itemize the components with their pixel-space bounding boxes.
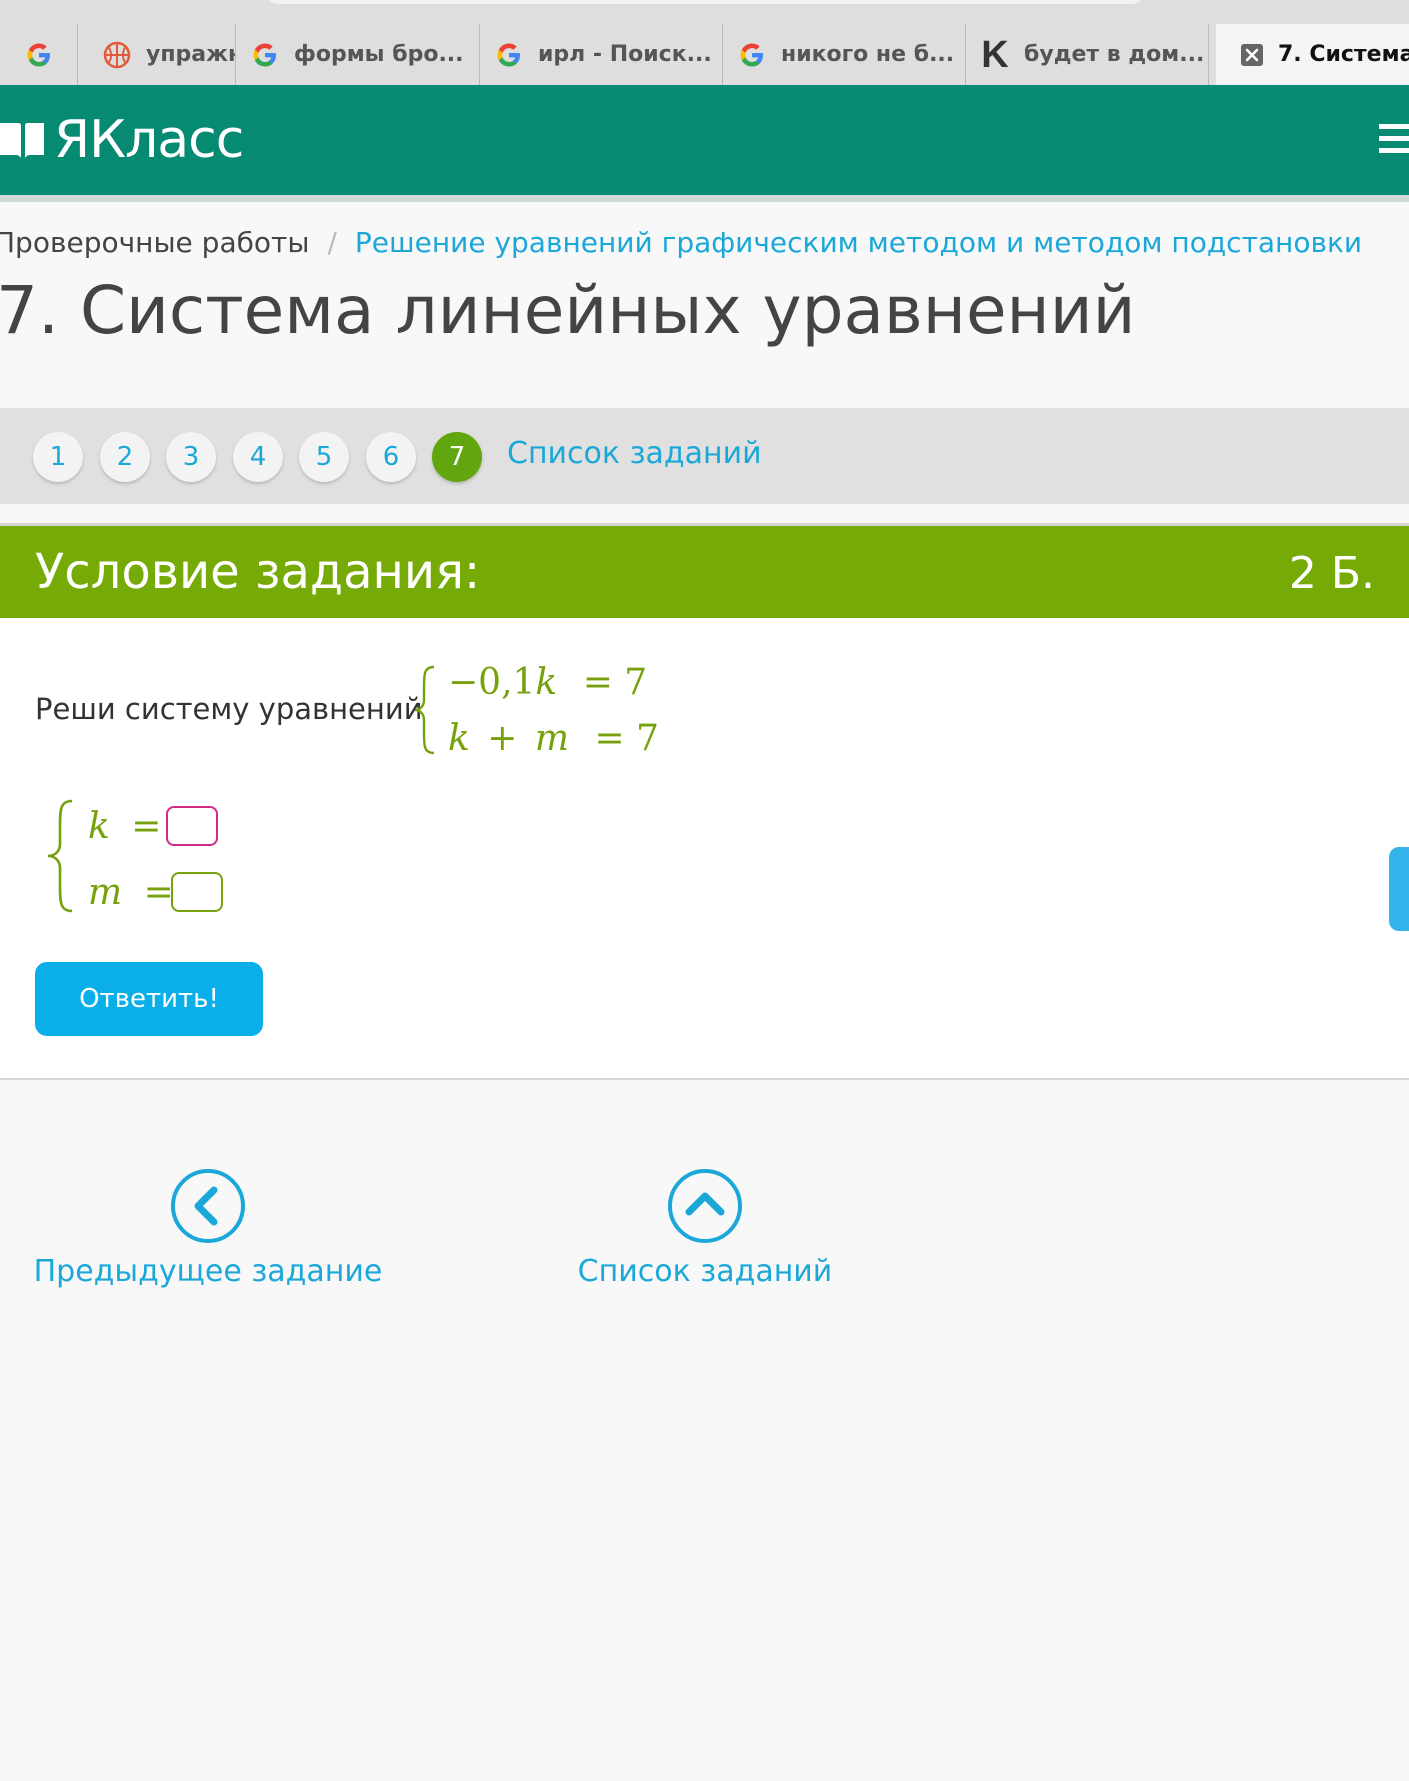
eq1-coefficient: −0,1 [448, 662, 536, 703]
task-card: Реши систему уравнений −0,1k = 7 k + m =… [0, 618, 1409, 1080]
site-header: ЯКласс [0, 85, 1409, 195]
breadcrumb-root[interactable]: Проверочные работы [0, 226, 309, 259]
task-nav-item-5[interactable]: 5 [299, 432, 349, 482]
browser-tab-active[interactable]: 7. Система... [1216, 24, 1409, 85]
browser-tab-1[interactable] [10, 24, 78, 85]
answer-m-label: m = [88, 872, 174, 913]
task-list-bottom-link[interactable]: Список заданий [554, 1168, 856, 1289]
google-icon [497, 43, 520, 66]
task-nav-item-2[interactable]: 2 [100, 432, 150, 482]
browser-tab-6[interactable]: K будет в дом... [966, 24, 1209, 85]
chevron-left-circle-icon [171, 1169, 245, 1243]
previous-task-link[interactable]: Предыдущее задание [30, 1168, 386, 1289]
eq2-variable-k: k [448, 718, 470, 759]
breadcrumb: Проверочные работы / Решение уравнений гра… [0, 226, 1362, 259]
google-icon [253, 43, 276, 66]
feedback-side-tab[interactable] [1389, 847, 1409, 931]
task-nav-item-current[interactable]: 7 [432, 432, 482, 482]
google-icon [27, 43, 50, 66]
condition-title: Условие задания: [35, 544, 481, 600]
previous-task-label: Предыдущее задание [33, 1254, 383, 1289]
tab-title: формы бро... [294, 42, 464, 67]
close-icon[interactable] [1240, 43, 1264, 67]
browser-tab-5[interactable]: никого не б... [723, 24, 966, 85]
task-list-bottom-label: Список заданий [577, 1254, 833, 1289]
answer-k-var: k [88, 806, 110, 847]
browser-tab-3[interactable]: формы бро... [236, 24, 480, 85]
answer-brace-icon [47, 799, 73, 913]
task-navigation: 1 2 3 4 5 6 7 Список заданий [0, 408, 1409, 504]
tab-title: ирл - Поиск... [538, 42, 712, 67]
task-nav-item-4[interactable]: 4 [233, 432, 283, 482]
browser-tab-4[interactable]: ирл - Поиск... [480, 24, 723, 85]
basketball-icon [103, 41, 131, 68]
hamburger-menu-icon[interactable] [1379, 122, 1409, 156]
task-nav-item-1[interactable]: 1 [33, 432, 83, 482]
breadcrumb-separator: / [327, 226, 337, 259]
condition-header: Условие задания: 2 Б. [0, 526, 1409, 618]
google-icon [740, 43, 763, 66]
eq1-right: = 7 [582, 662, 648, 703]
eq2-right: = 7 [594, 718, 660, 759]
logo-text: ЯКласс [54, 110, 244, 170]
k-logo-icon: K [981, 33, 1009, 76]
page-title: 7. Система линейных уравнений [0, 272, 1136, 349]
tab-title: упражн [146, 42, 236, 67]
browser-tab-bar: упражн формы бро... ирл - Поиск... никог… [0, 0, 1409, 85]
tab-title: будет в дом... [1024, 42, 1205, 67]
task-list-link[interactable]: Список заданий [507, 436, 762, 471]
breadcrumb-link[interactable]: Решение уравнений графическим методом и … [355, 226, 1362, 259]
tab-title: никого не б... [781, 42, 955, 67]
tab-title: 7. Система... [1278, 42, 1409, 67]
answer-k-equals: = [131, 806, 162, 847]
answer-k-label: k = [88, 806, 161, 847]
equation-2: k + m = 7 [448, 718, 659, 759]
task-nav-item-3[interactable]: 3 [166, 432, 216, 482]
eq2-operator: + [487, 718, 518, 759]
header-divider [0, 195, 1409, 202]
task-nav-item-6[interactable]: 6 [366, 432, 416, 482]
answer-m-input[interactable] [171, 872, 223, 912]
answer-m-equals: = [143, 872, 174, 913]
site-logo[interactable]: ЯКласс [0, 107, 244, 173]
system-brace-icon [414, 665, 435, 755]
answer-k-input[interactable] [166, 806, 218, 846]
answer-m-var: m [88, 872, 123, 913]
book-icon [0, 123, 44, 158]
eq1-variable: k [535, 662, 558, 703]
address-bar[interactable] [265, 0, 1145, 4]
condition-points: 2 Б. [1288, 548, 1375, 599]
chevron-up-circle-icon [668, 1169, 742, 1243]
browser-tab-2[interactable]: упражн [88, 24, 236, 85]
task-prompt: Реши систему уравнений [35, 692, 423, 726]
equation-1: −0,1k = 7 [448, 662, 647, 703]
eq2-variable-m: m [534, 718, 570, 759]
submit-answer-button[interactable]: Ответить! [35, 962, 263, 1036]
